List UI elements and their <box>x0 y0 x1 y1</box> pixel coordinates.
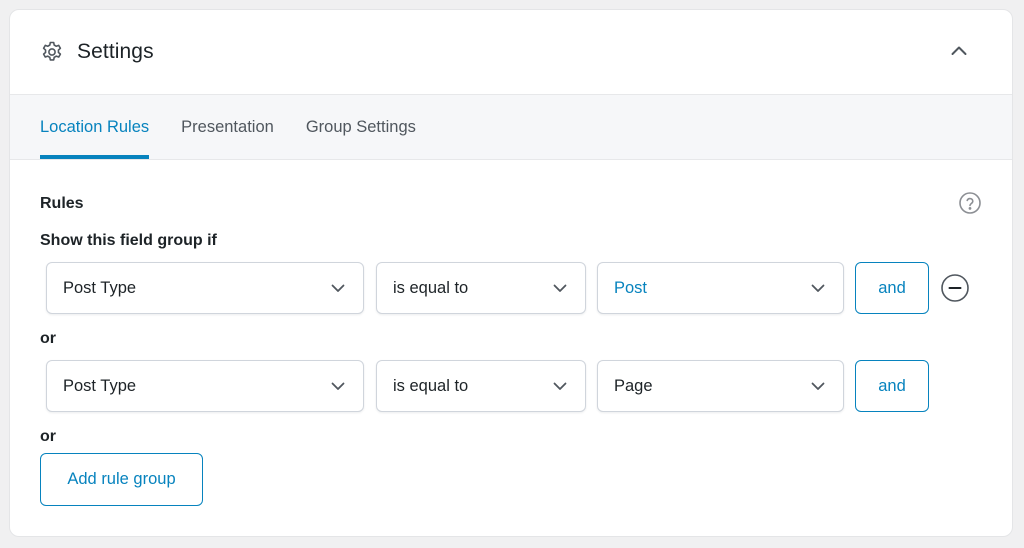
rule-param-value: Post Type <box>63 376 137 395</box>
chevron-down-icon <box>553 284 567 292</box>
tab-group-settings[interactable]: Group Settings <box>306 95 416 159</box>
tab-presentation[interactable]: Presentation <box>181 95 274 159</box>
tab-location-rules[interactable]: Location Rules <box>40 95 150 159</box>
rule-row: Post Type is equal to Page and <box>46 360 996 412</box>
settings-panel: Settings Location Rules Presentation Gro… <box>9 9 1013 537</box>
rule-param-select[interactable]: Post Type <box>46 262 364 314</box>
rule-value-select[interactable]: Post <box>597 262 844 314</box>
rule-value-value: Page <box>614 376 653 395</box>
rules-heading: Rules <box>40 195 84 212</box>
chevron-down-icon <box>553 382 567 390</box>
question-icon[interactable] <box>958 191 982 215</box>
remove-rule-icon[interactable] <box>941 274 969 302</box>
chevron-down-icon <box>811 284 825 292</box>
rule-param-select[interactable]: Post Type <box>46 360 364 412</box>
rule-operator-select[interactable]: is equal to <box>376 360 586 412</box>
rule-value-select[interactable]: Page <box>597 360 844 412</box>
or-label: or <box>40 428 56 445</box>
rule-operator-value: is equal to <box>393 376 469 395</box>
rule-param-value: Post Type <box>63 278 137 297</box>
rule-operator-select[interactable]: is equal to <box>376 262 586 314</box>
panel-header[interactable]: Settings <box>10 10 1012 95</box>
chevron-down-icon <box>811 382 825 390</box>
gear-icon <box>40 40 64 64</box>
chevron-up-icon[interactable] <box>948 40 970 62</box>
and-button[interactable]: and <box>855 360 929 412</box>
panel-title: Settings <box>77 40 154 63</box>
or-label: or <box>40 330 56 347</box>
chevron-down-icon <box>331 284 345 292</box>
show-if-label: Show this field group if <box>40 232 217 249</box>
and-button[interactable]: and <box>855 262 929 314</box>
tab-bar: Location Rules Presentation Group Settin… <box>10 95 1012 160</box>
rule-row: Post Type is equal to Post and <box>46 262 996 314</box>
chevron-down-icon <box>331 382 345 390</box>
add-rule-group-button[interactable]: Add rule group <box>40 453 203 506</box>
rule-operator-value: is equal to <box>393 278 469 297</box>
rule-value-value: Post <box>614 278 648 297</box>
